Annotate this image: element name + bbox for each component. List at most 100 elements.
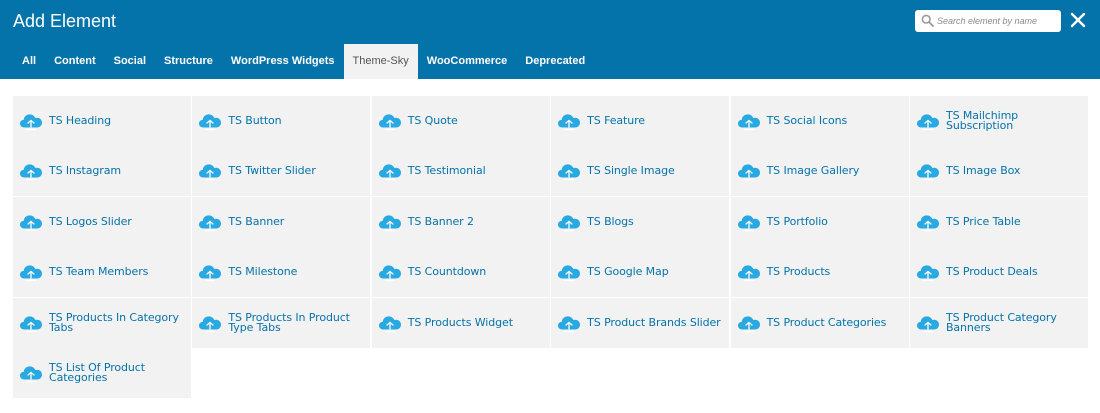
element-ts-list-of-product-categories[interactable]: TS List Of Product Categories — [13, 348, 191, 399]
element-ts-logos-slider[interactable]: TS Logos Slider — [13, 196, 191, 247]
cloud-icon — [378, 164, 401, 181]
cloud-icon — [20, 316, 42, 332]
element-ts-blogs[interactable]: TS Blogs — [551, 196, 730, 247]
cloud-icon — [199, 215, 222, 231]
cloud-icon — [378, 316, 401, 332]
tab-wordpress-widgets[interactable]: WordPress Widgets — [222, 44, 344, 79]
element-label: TS Image Box — [945, 164, 1021, 178]
tab-social[interactable]: Social — [105, 44, 155, 79]
cloud-icon — [558, 164, 581, 181]
cloud-icon — [558, 316, 581, 332]
close-icon[interactable] — [1069, 11, 1087, 29]
element-label: TS Feature — [587, 113, 645, 127]
tab-woocommerce[interactable]: WooCommerce — [418, 44, 516, 79]
cloud-icon — [737, 164, 760, 181]
element-label: TS Team Members — [49, 265, 149, 279]
element-label: TS Products — [766, 265, 831, 279]
element-ts-single-image[interactable]: TS Single Image — [551, 146, 730, 197]
element-ts-google-map[interactable]: TS Google Map — [551, 247, 730, 298]
element-label: TS Logos Slider — [49, 214, 132, 228]
element-ts-image-box[interactable]: TS Image Box — [909, 146, 1088, 197]
element-ts-product-brands-slider[interactable]: TS Product Brands Slider — [551, 297, 730, 348]
element-ts-team-members[interactable]: TS Team Members — [13, 247, 191, 298]
element-label: TS Instagram — [49, 164, 121, 178]
element-label: TS Twitter Slider — [228, 164, 316, 178]
element-ts-quote[interactable]: TS Quote — [371, 96, 550, 146]
element-label: TS Products In Product Type Tabs — [228, 310, 350, 334]
element-ts-products-widget[interactable]: TS Products Widget — [371, 297, 550, 348]
element-label: TS Image Gallery — [766, 164, 860, 178]
element-ts-image-gallery[interactable]: TS Image Gallery — [730, 146, 909, 197]
search-box[interactable] — [915, 10, 1061, 32]
cloud-icon — [199, 164, 222, 181]
cloud-icon — [199, 114, 222, 130]
element-label: TS List Of Product Categories — [49, 361, 145, 385]
cloud-icon — [737, 114, 760, 130]
element-label: TS Product Categories — [766, 315, 887, 329]
element-label: TS Products In Category Tabs — [49, 310, 179, 334]
element-ts-products-in-product-type-tabs[interactable]: TS Products In Product Type Tabs — [192, 297, 371, 348]
element-label: TS Product Deals — [945, 265, 1038, 279]
element-ts-portfolio[interactable]: TS Portfolio — [730, 196, 909, 247]
cloud-icon — [916, 114, 939, 130]
cloud-icon — [916, 316, 939, 332]
tab-deprecated[interactable]: Deprecated — [516, 44, 594, 79]
element-ts-products-in-category-tabs[interactable]: TS Products In Category Tabs — [13, 297, 191, 348]
element-ts-milestone[interactable]: TS Milestone — [192, 247, 371, 298]
element-label: TS Quote — [407, 113, 458, 127]
element-label: TS Price Table — [945, 214, 1021, 228]
element-ts-countdown[interactable]: TS Countdown — [371, 247, 550, 298]
element-label: TS Testimonial — [407, 164, 486, 178]
category-tabs: All Content Social Structure WordPress W… — [13, 44, 594, 79]
element-label: TS Button — [228, 113, 282, 127]
tab-theme-sky[interactable]: Theme-Sky — [343, 44, 418, 79]
dialog-title: Add Element — [13, 11, 117, 31]
tab-content[interactable]: Content — [45, 44, 105, 79]
element-ts-testimonial[interactable]: TS Testimonial — [371, 146, 550, 197]
element-label: TS Banner 2 — [407, 214, 474, 228]
element-ts-twitter-slider[interactable]: TS Twitter Slider — [192, 146, 371, 197]
dialog-header: Add Element All Content Social Structure… — [0, 0, 1100, 79]
search-icon — [921, 14, 934, 27]
element-label: TS Blogs — [587, 214, 634, 228]
cloud-icon — [916, 215, 939, 231]
element-label: TS Social Icons — [766, 113, 848, 127]
tab-all[interactable]: All — [13, 44, 45, 79]
element-ts-social-icons[interactable]: TS Social Icons — [730, 96, 909, 146]
element-label: TS Product Category Banners — [945, 310, 1057, 334]
element-ts-price-table[interactable]: TS Price Table — [909, 196, 1088, 247]
cloud-icon — [916, 265, 939, 282]
element-ts-heading[interactable]: TS Heading — [13, 96, 191, 146]
element-label: TS Mailchimp Subscription — [945, 108, 1019, 132]
element-label: TS Google Map — [587, 265, 669, 279]
cloud-icon — [737, 215, 760, 231]
cloud-icon — [20, 114, 42, 130]
element-ts-product-category-banners[interactable]: TS Product Category Banners — [909, 297, 1088, 348]
element-ts-products[interactable]: TS Products — [730, 247, 909, 298]
cloud-icon — [737, 265, 760, 282]
element-ts-feature[interactable]: TS Feature — [551, 96, 730, 146]
element-ts-banner-2[interactable]: TS Banner 2 — [371, 196, 550, 247]
cloud-icon — [378, 265, 401, 282]
element-label: TS Milestone — [228, 265, 298, 279]
tab-structure[interactable]: Structure — [155, 44, 222, 79]
element-label: TS Products Widget — [407, 315, 513, 329]
cloud-icon — [558, 215, 581, 231]
cloud-icon — [20, 366, 42, 383]
element-ts-banner[interactable]: TS Banner — [192, 196, 371, 247]
element-label: TS Banner — [228, 214, 285, 228]
element-ts-mailchimp-subscription[interactable]: TS Mailchimp Subscription — [909, 96, 1088, 146]
element-ts-instagram[interactable]: TS Instagram — [13, 146, 191, 197]
cloud-icon — [378, 215, 401, 231]
cloud-icon — [20, 215, 42, 231]
cloud-icon — [558, 265, 581, 282]
search-input[interactable] — [937, 10, 1057, 32]
element-label: TS Portfolio — [766, 214, 828, 228]
element-label: TS Heading — [49, 113, 111, 127]
cloud-icon — [737, 316, 760, 332]
element-ts-button[interactable]: TS Button — [192, 96, 371, 146]
element-ts-product-categories[interactable]: TS Product Categories — [730, 297, 909, 348]
cloud-icon — [20, 164, 42, 181]
cloud-icon — [916, 164, 939, 181]
element-ts-product-deals[interactable]: TS Product Deals — [909, 247, 1088, 298]
